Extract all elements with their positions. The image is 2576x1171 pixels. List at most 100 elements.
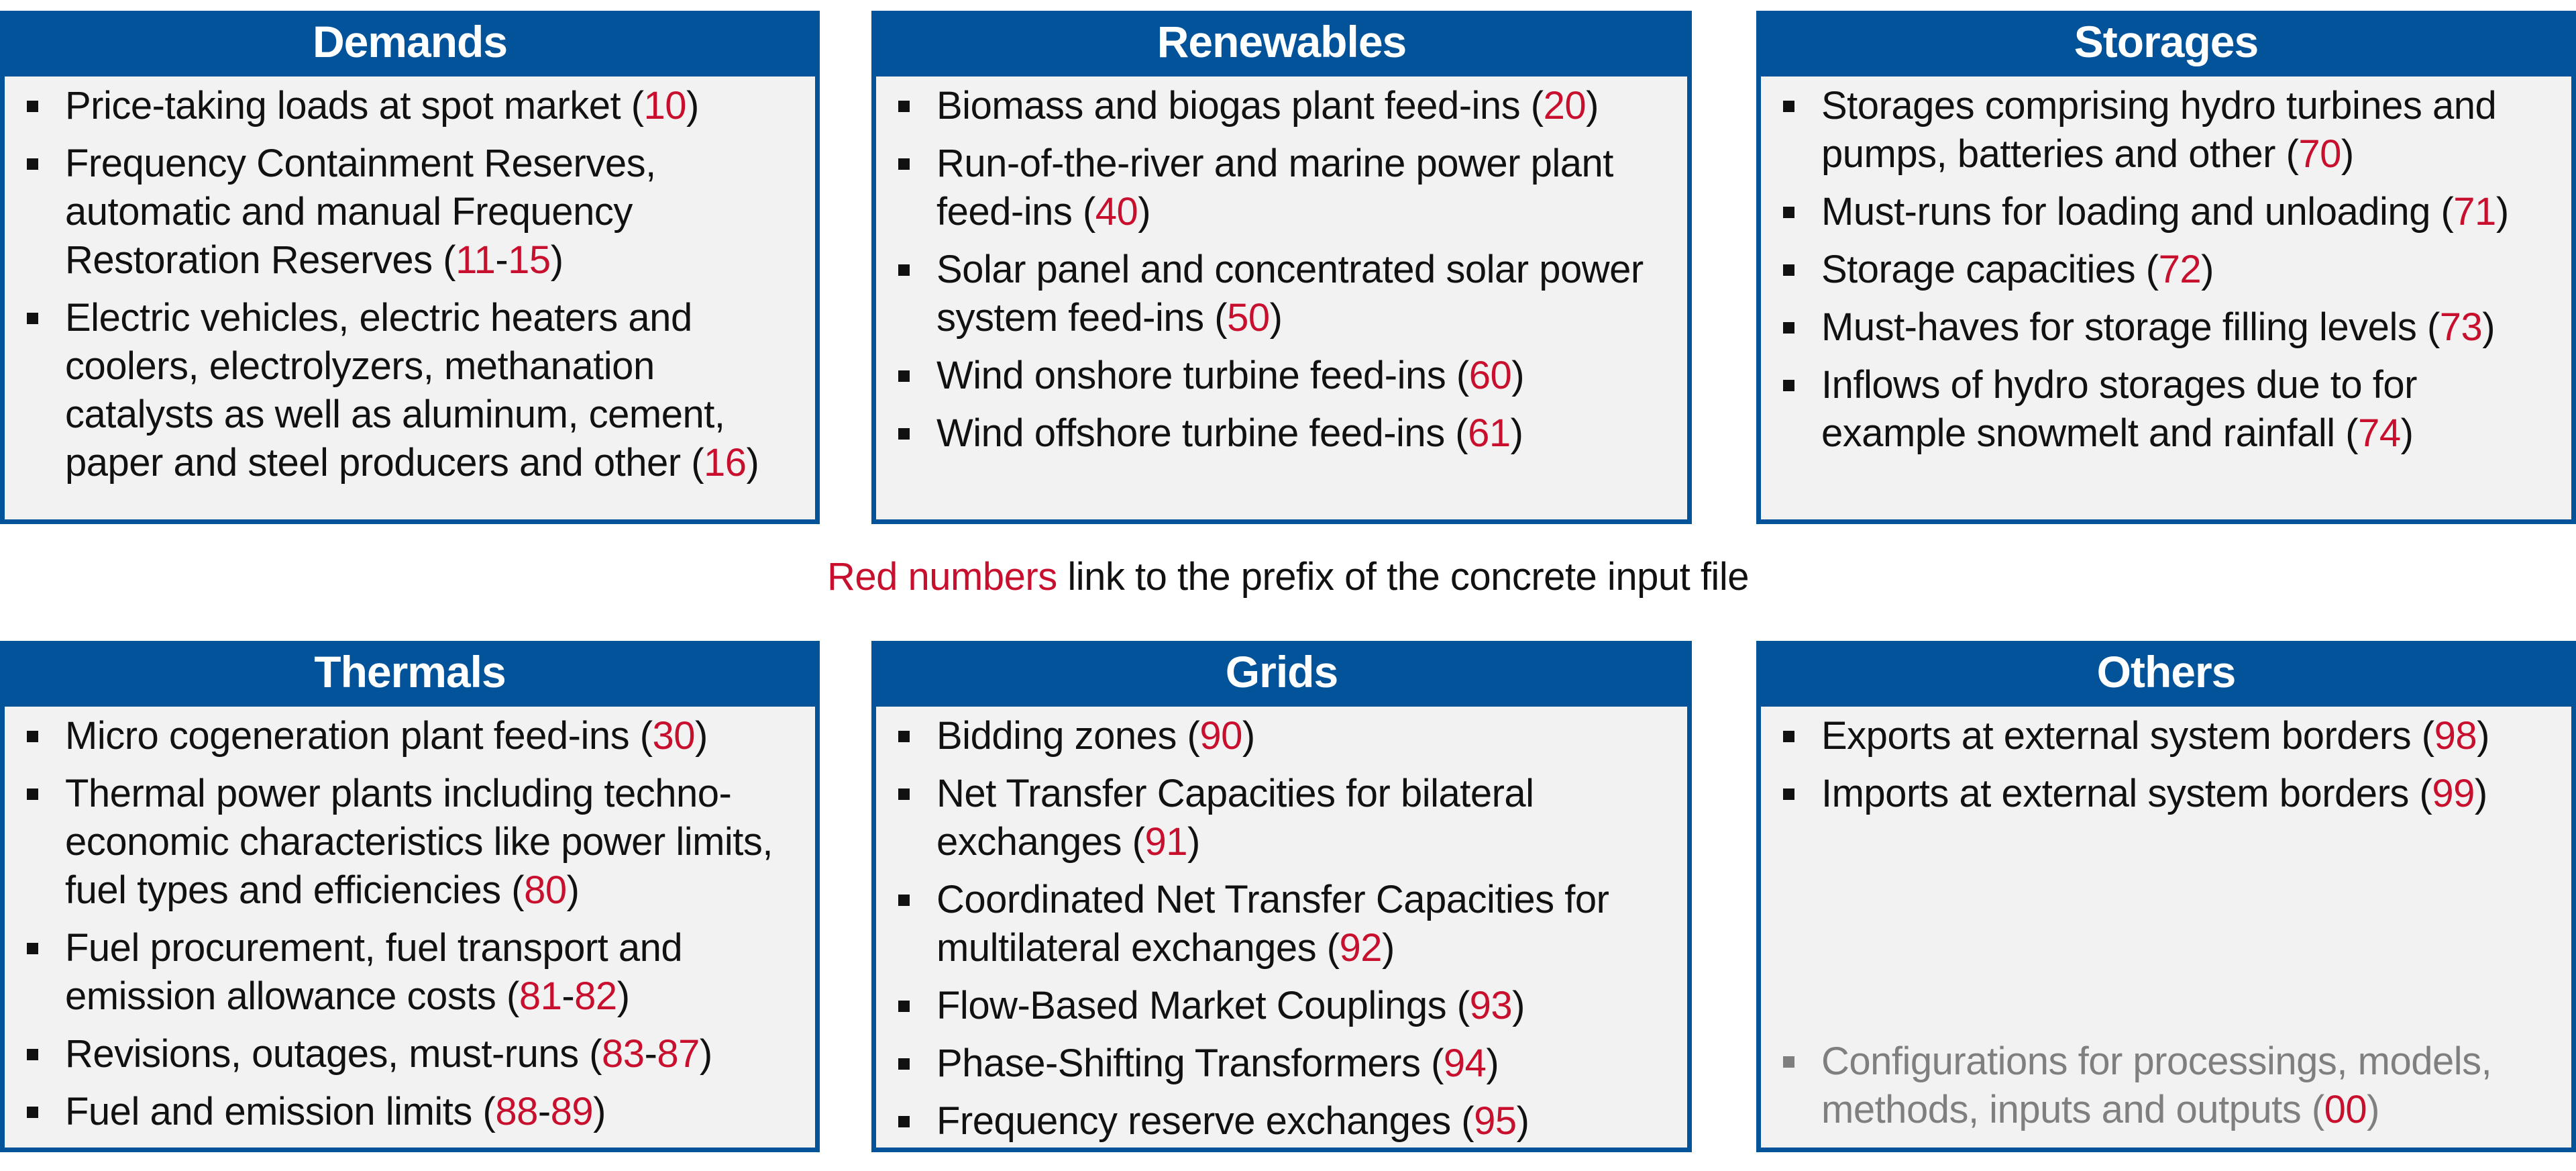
legend-note-highlight: Red numbers: [827, 555, 1057, 599]
list-item: Thermal power plants including techno-ec…: [27, 770, 802, 915]
item-text: Bidding zones (: [936, 714, 1200, 758]
range-dash: -: [495, 238, 508, 282]
file-prefix-code: 10: [643, 84, 687, 128]
list-item: Fuel and emission limits (88-89): [27, 1088, 802, 1136]
renewables-box: Renewables Biomass and biogas plant feed…: [871, 11, 1692, 524]
file-prefix-code: 73: [2439, 305, 2483, 349]
item-text: Storage capacities (: [1821, 248, 2159, 291]
square-bullet-icon: [1783, 101, 1794, 112]
list-item: Imports at external system borders (99): [1783, 770, 2558, 818]
demands-list: Price-taking loads at spot market (10) Fr…: [5, 77, 815, 487]
square-bullet-icon: [27, 731, 38, 742]
list-item: Price-taking loads at spot market (10): [27, 82, 802, 130]
item-text: Frequency reserve exchanges (: [936, 1099, 1474, 1143]
range-dash: -: [561, 974, 575, 1018]
item-close: ): [616, 974, 630, 1018]
square-bullet-icon: [1783, 322, 1794, 334]
list-item: Wind offshore turbine feed-ins (61): [898, 409, 1674, 458]
item-close: ): [1486, 1041, 1499, 1085]
item-close: ): [699, 1032, 712, 1076]
list-item: Electric vehicles, electric heaters and …: [27, 294, 802, 487]
list-item: Frequency reserve exchanges (95): [898, 1097, 1674, 1145]
square-bullet-icon: [898, 101, 910, 112]
thermals-title: Thermals: [0, 641, 820, 707]
file-prefix-code: 92: [1339, 926, 1383, 970]
item-text: Electric vehicles, electric heaters and …: [65, 296, 725, 485]
others-box: Others Exports at external system border…: [1756, 641, 2576, 1152]
item-close: ): [566, 868, 580, 912]
file-prefix-code: 00: [2324, 1088, 2367, 1131]
renewables-list: Biomass and biogas plant feed-ins (20) Ru…: [876, 77, 1687, 458]
file-prefix-code: 40: [1095, 190, 1138, 234]
item-close: ): [550, 238, 564, 282]
square-bullet-icon: [1783, 788, 1794, 800]
others-footer-list: Configurations for processings, models, …: [1761, 1032, 2571, 1143]
item-text: Wind offshore turbine feed-ins (: [936, 411, 1468, 455]
file-prefix-code: 98: [2434, 714, 2477, 758]
item-text: Must-runs for loading and unloading (: [1821, 190, 2454, 234]
list-item: Run-of-the-river and marine power plant …: [898, 140, 1674, 236]
square-bullet-icon: [1783, 380, 1794, 391]
square-bullet-icon: [898, 788, 910, 800]
item-text: Storages comprising hydro turbines and p…: [1821, 84, 2497, 176]
demands-box: Demands Price-taking loads at spot marke…: [0, 11, 820, 524]
item-close: ): [695, 714, 708, 758]
list-item: Revisions, outages, must-runs (83-87): [27, 1030, 802, 1078]
item-close: ): [2477, 714, 2489, 758]
item-close: ): [593, 1090, 606, 1133]
file-prefix-code: 82: [574, 974, 617, 1018]
item-text: Wind onshore turbine feed-ins (: [936, 354, 1469, 397]
file-prefix-code: 15: [508, 238, 551, 282]
others-title: Others: [1756, 641, 2576, 707]
item-text: Inflows of hydro storages due to for exa…: [1821, 363, 2417, 455]
item-text: Run-of-the-river and marine power plant …: [936, 142, 1613, 234]
file-prefix-code: 93: [1469, 984, 1513, 1027]
item-text: Exports at external system borders (: [1821, 714, 2434, 758]
list-item: Fuel procurement, fuel transport and emi…: [27, 924, 802, 1021]
legend-note: Red numbers link to the prefix of the co…: [0, 554, 2576, 599]
square-bullet-icon: [27, 313, 38, 324]
item-close: ): [2474, 772, 2487, 815]
item-close: ): [2201, 248, 2214, 291]
square-bullet-icon: [898, 158, 910, 170]
file-prefix-code: 83: [602, 1032, 645, 1076]
grids-box: Grids Bidding zones (90) Net Transfer Cap…: [871, 641, 1692, 1152]
square-bullet-icon: [1783, 207, 1794, 218]
square-bullet-icon: [898, 895, 910, 906]
square-bullet-icon: [1783, 731, 1794, 742]
item-text: Fuel and emission limits (: [65, 1090, 496, 1133]
grids-list: Bidding zones (90) Net Transfer Capacitie…: [876, 707, 1687, 1145]
item-text: Configurations for processings, models, …: [1821, 1039, 2492, 1131]
square-bullet-icon: [898, 1001, 910, 1012]
square-bullet-icon: [27, 158, 38, 170]
square-bullet-icon: [898, 1058, 910, 1070]
list-item: Wind onshore turbine feed-ins (60): [898, 352, 1674, 400]
file-prefix-code: 11: [455, 238, 496, 282]
square-bullet-icon: [898, 428, 910, 440]
list-item: Micro cogeneration plant feed-ins (30): [27, 712, 802, 760]
renewables-title: Renewables: [871, 11, 1692, 77]
file-prefix-code: 74: [2358, 411, 2401, 455]
list-item: Phase-Shifting Transformers (94): [898, 1039, 1674, 1088]
item-close: ): [2482, 305, 2496, 349]
item-text: Imports at external system borders (: [1821, 772, 2432, 815]
item-text: Revisions, outages, must-runs (: [65, 1032, 602, 1076]
file-prefix-code: 99: [2432, 772, 2475, 815]
item-close: ): [2341, 132, 2354, 176]
item-close: ): [1242, 714, 1255, 758]
list-item: Storage capacities (72): [1783, 246, 2558, 294]
list-item: Net Transfer Capacities for bilateral ex…: [898, 770, 1674, 866]
item-close: ): [746, 441, 759, 485]
item-text: Biomass and biogas plant feed-ins (: [936, 84, 1544, 128]
square-bullet-icon: [1783, 1056, 1794, 1068]
square-bullet-icon: [898, 1116, 910, 1127]
others-list: Exports at external system borders (98) I…: [1761, 707, 2571, 818]
item-close: ): [1382, 926, 1395, 970]
item-text: Thermal power plants including techno-ec…: [65, 772, 773, 912]
list-item: Must-haves for storage filling levels (7…: [1783, 303, 2558, 352]
list-item: Frequency Containment Reserves, automati…: [27, 140, 802, 285]
item-text: Phase-Shifting Transformers (: [936, 1041, 1444, 1085]
file-prefix-code: 81: [519, 974, 562, 1018]
square-bullet-icon: [898, 370, 910, 382]
square-bullet-icon: [1783, 264, 1794, 276]
